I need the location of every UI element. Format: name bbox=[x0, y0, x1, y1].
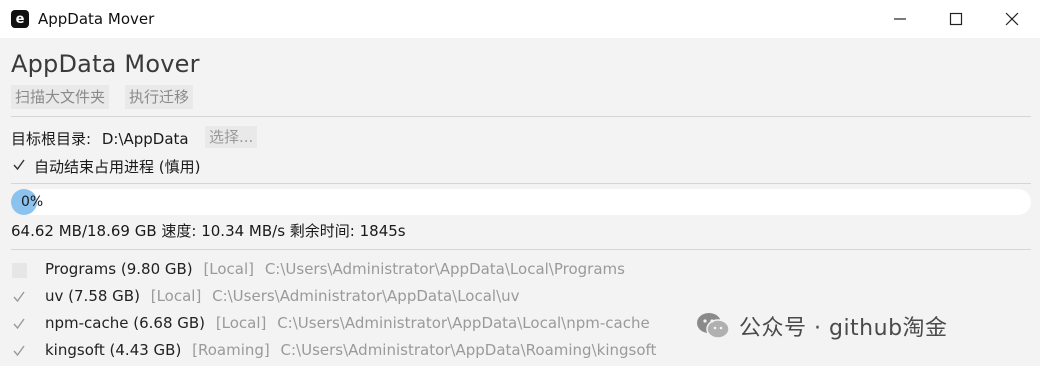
folder-checkbox[interactable] bbox=[11, 316, 27, 332]
watermark: 公众号 · github淘金 bbox=[695, 308, 948, 344]
auto-kill-checkbox[interactable] bbox=[11, 157, 27, 173]
divider bbox=[11, 183, 1031, 184]
app-icon: e bbox=[11, 10, 29, 28]
divider bbox=[11, 249, 1031, 250]
progress-percent: 0% bbox=[21, 194, 44, 210]
maximize-icon bbox=[949, 12, 963, 26]
target-dir-row: 目标根目录: D:\AppData bbox=[11, 128, 189, 149]
target-dir-label: 目标根目录: bbox=[11, 130, 92, 148]
progress-bar: 0% bbox=[11, 189, 1031, 215]
folder-name: uv (7.58 GB) bbox=[45, 287, 140, 305]
auto-kill-label: 自动结束占用进程 (慎用) bbox=[34, 158, 201, 176]
page-title: AppData Mover bbox=[11, 50, 200, 78]
title-bar: e AppData Mover bbox=[0, 0, 1040, 38]
watermark-text: 公众号 · github淘金 bbox=[739, 316, 948, 341]
folder-name: kingsoft (4.43 GB) bbox=[45, 341, 182, 359]
folder-location: [Local] bbox=[150, 287, 202, 305]
close-button[interactable] bbox=[984, 0, 1040, 38]
folder-name: Programs (9.80 GB) bbox=[45, 260, 193, 278]
migrate-button[interactable]: 执行迁移 bbox=[125, 85, 194, 109]
browse-button[interactable]: 选择... bbox=[205, 126, 258, 148]
unchecked-box bbox=[11, 262, 27, 278]
checkmark-icon bbox=[13, 291, 25, 303]
folder-path: C:\Users\Administrator\AppData\Roaming\k… bbox=[280, 341, 657, 359]
wechat-icon bbox=[697, 313, 730, 339]
window-controls bbox=[872, 0, 1040, 38]
divider bbox=[11, 116, 1031, 117]
folder-location: [Local] bbox=[203, 260, 255, 278]
target-dir-value: D:\AppData bbox=[101, 130, 189, 148]
folder-name: npm-cache (6.68 GB) bbox=[45, 314, 206, 332]
checkmark-icon bbox=[13, 159, 25, 171]
folder-checkbox[interactable] bbox=[11, 343, 27, 359]
transfer-stats: 64.62 MB/18.69 GB 速度: 10.34 MB/s 剩余时间: 1… bbox=[11, 222, 406, 240]
folder-path: C:\Users\Administrator\AppData\Local\uv bbox=[212, 287, 520, 305]
checkmark-icon bbox=[13, 318, 25, 330]
scan-button[interactable]: 扫描大文件夹 bbox=[11, 85, 110, 109]
checkmark-icon bbox=[13, 345, 25, 357]
folder-path: C:\Users\Administrator\AppData\Local\npm… bbox=[277, 314, 650, 332]
folder-location: [Roaming] bbox=[192, 341, 270, 359]
list-item[interactable]: Programs (9.80 GB) [Local] C:\Users\Admi… bbox=[11, 258, 1031, 282]
folder-location: [Local] bbox=[215, 314, 267, 332]
list-item[interactable]: uv (7.58 GB) [Local] C:\Users\Administra… bbox=[11, 285, 1031, 309]
minimize-button[interactable] bbox=[872, 0, 928, 38]
folder-path: C:\Users\Administrator\AppData\Local\Pro… bbox=[264, 260, 625, 278]
minimize-icon bbox=[894, 18, 906, 20]
folder-checkbox[interactable] bbox=[11, 289, 27, 305]
maximize-button[interactable] bbox=[928, 0, 984, 38]
window-title: AppData Mover bbox=[38, 10, 155, 28]
close-icon bbox=[1005, 12, 1019, 26]
folder-checkbox[interactable] bbox=[11, 262, 27, 278]
